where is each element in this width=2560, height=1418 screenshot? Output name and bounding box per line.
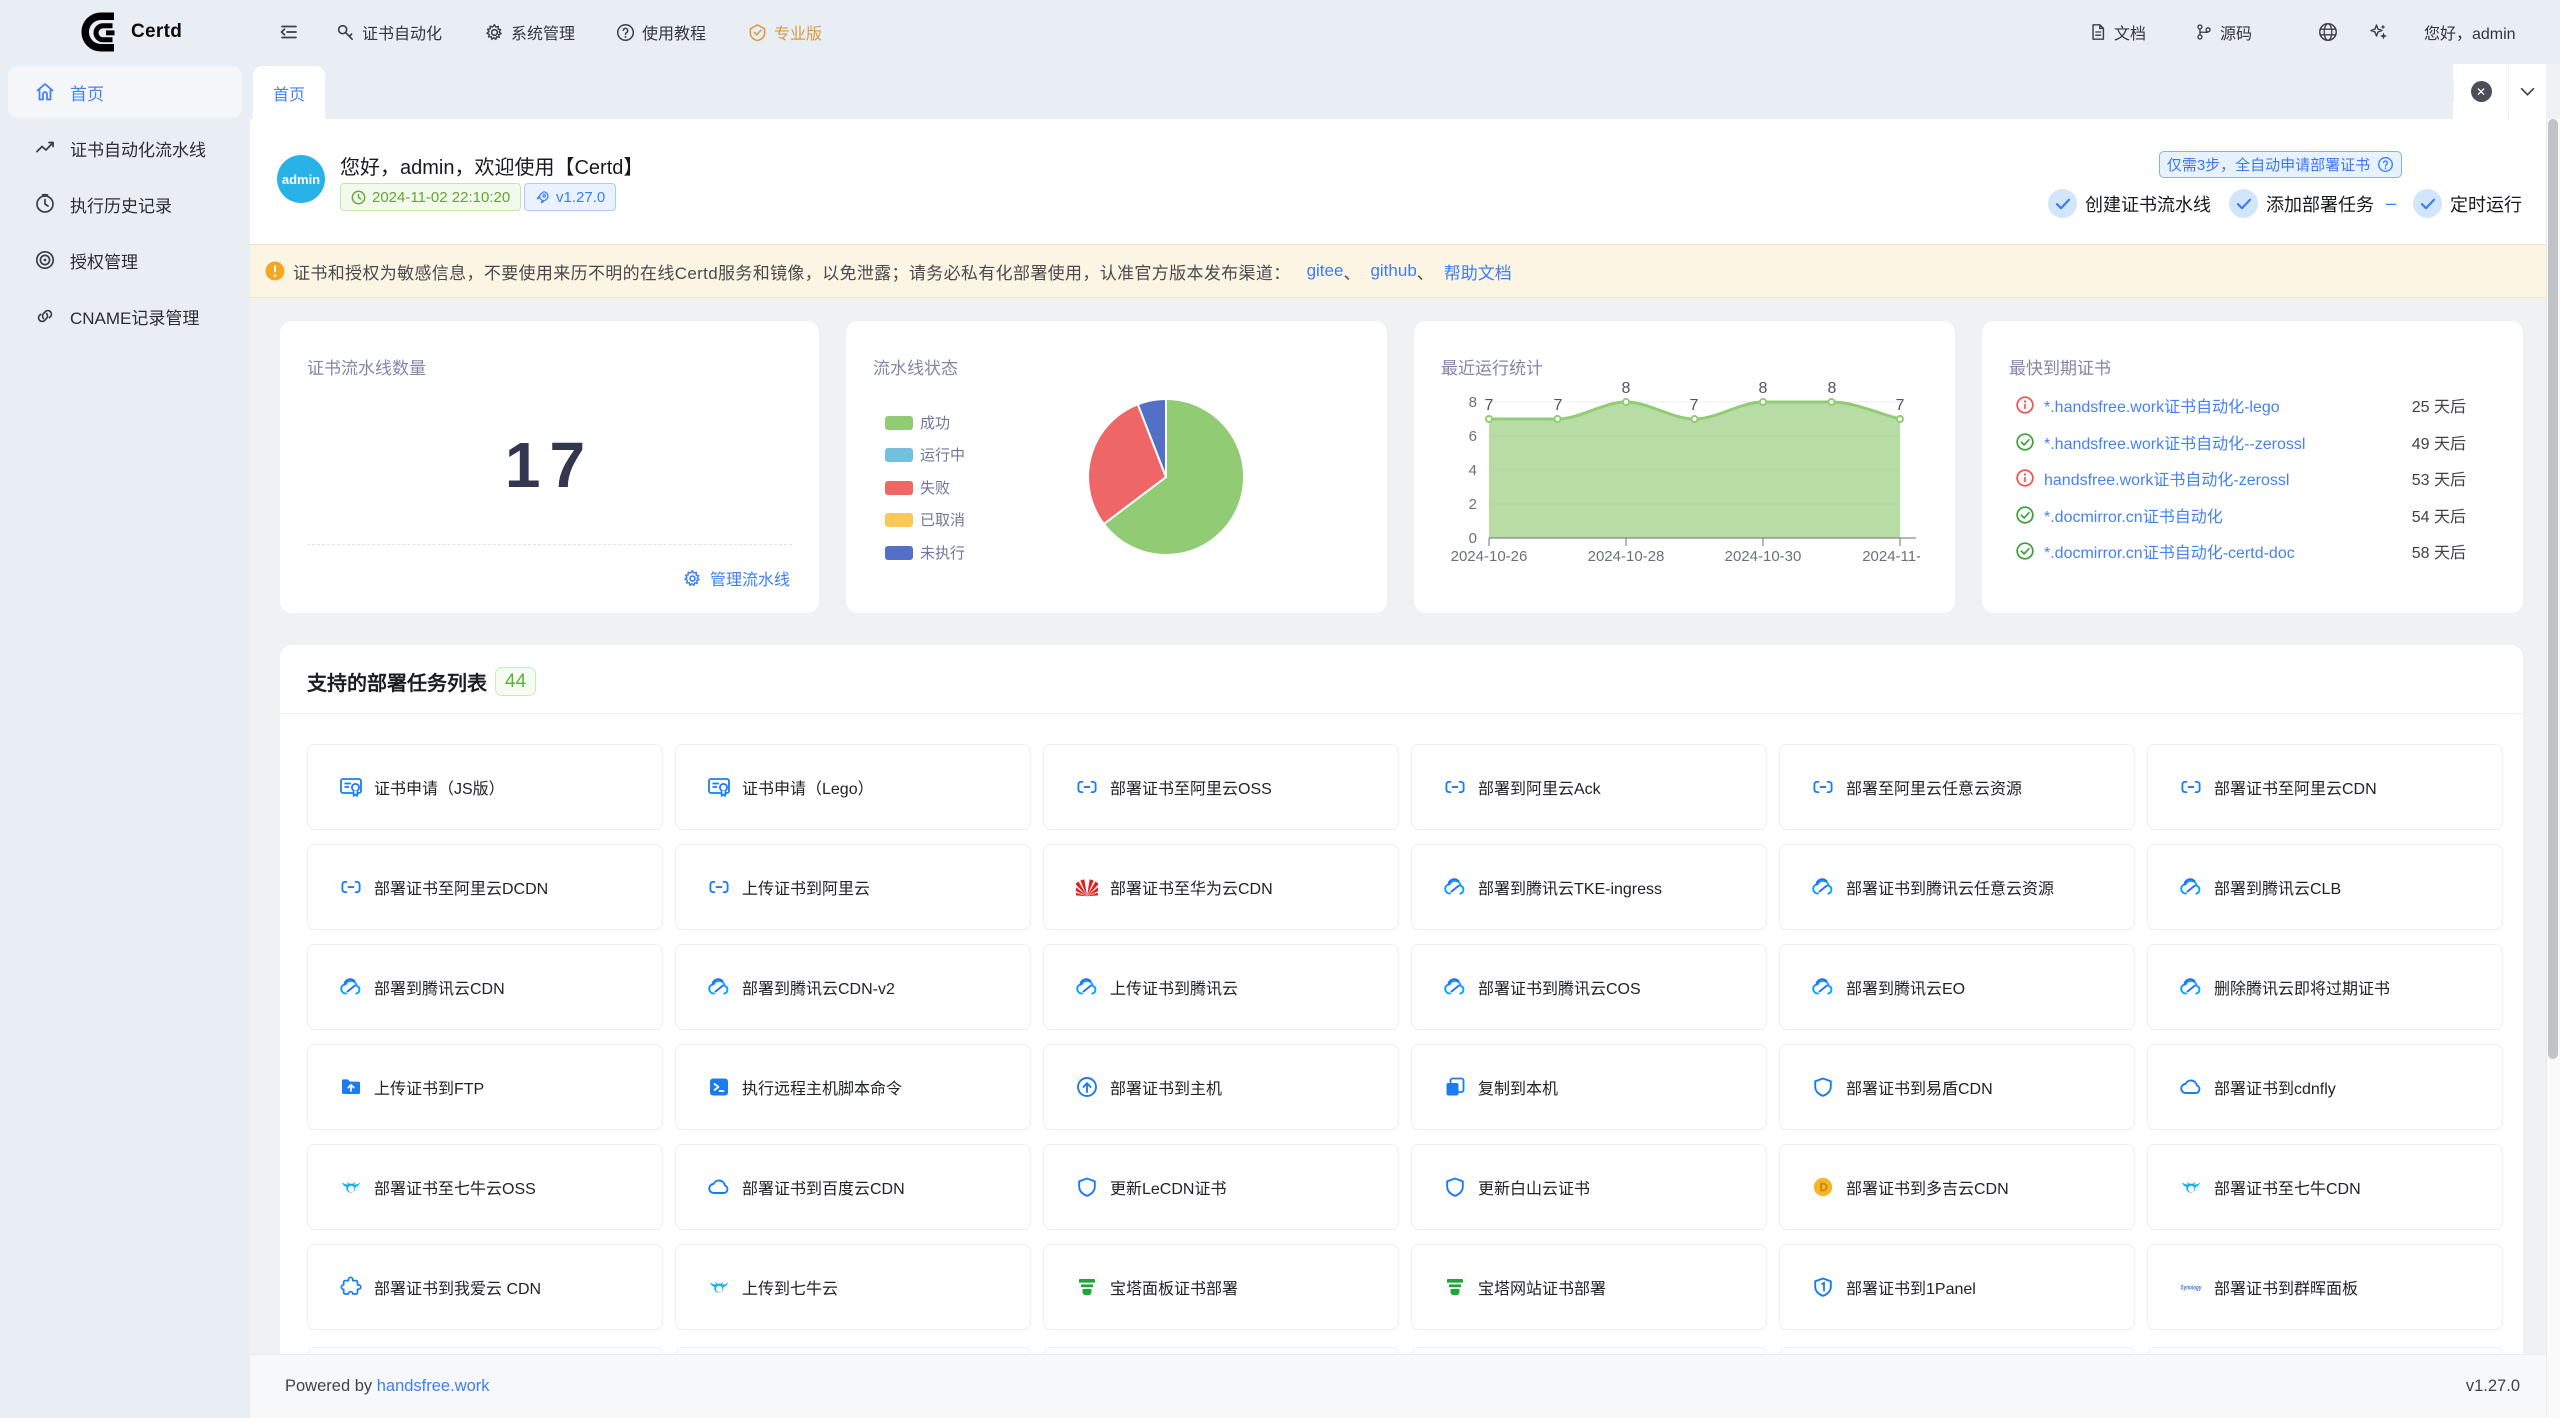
svg-text:2: 2 (1469, 496, 1477, 513)
svg-text:4: 4 (1469, 462, 1477, 479)
svg-text:6: 6 (1469, 428, 1477, 445)
svg-text:2024-10-26: 2024-10-26 (1451, 548, 1528, 565)
svg-text:8: 8 (1622, 380, 1631, 397)
svg-text:2024-10-28: 2024-10-28 (1588, 548, 1665, 565)
svg-text:0: 0 (1469, 530, 1477, 547)
svg-text:8: 8 (1469, 394, 1477, 411)
svg-text:7: 7 (1485, 397, 1494, 414)
svg-text:8: 8 (1759, 380, 1768, 397)
svg-text:7: 7 (1690, 397, 1699, 414)
svg-text:8: 8 (1828, 380, 1837, 397)
svg-text:7: 7 (1554, 397, 1563, 414)
svg-text:2024-10-30: 2024-10-30 (1725, 548, 1802, 565)
svg-text:2024-11-01: 2024-11-01 (1862, 548, 1938, 565)
svg-text:7: 7 (1896, 397, 1905, 414)
svg-text:Synology: Synology (2181, 1286, 2203, 1292)
